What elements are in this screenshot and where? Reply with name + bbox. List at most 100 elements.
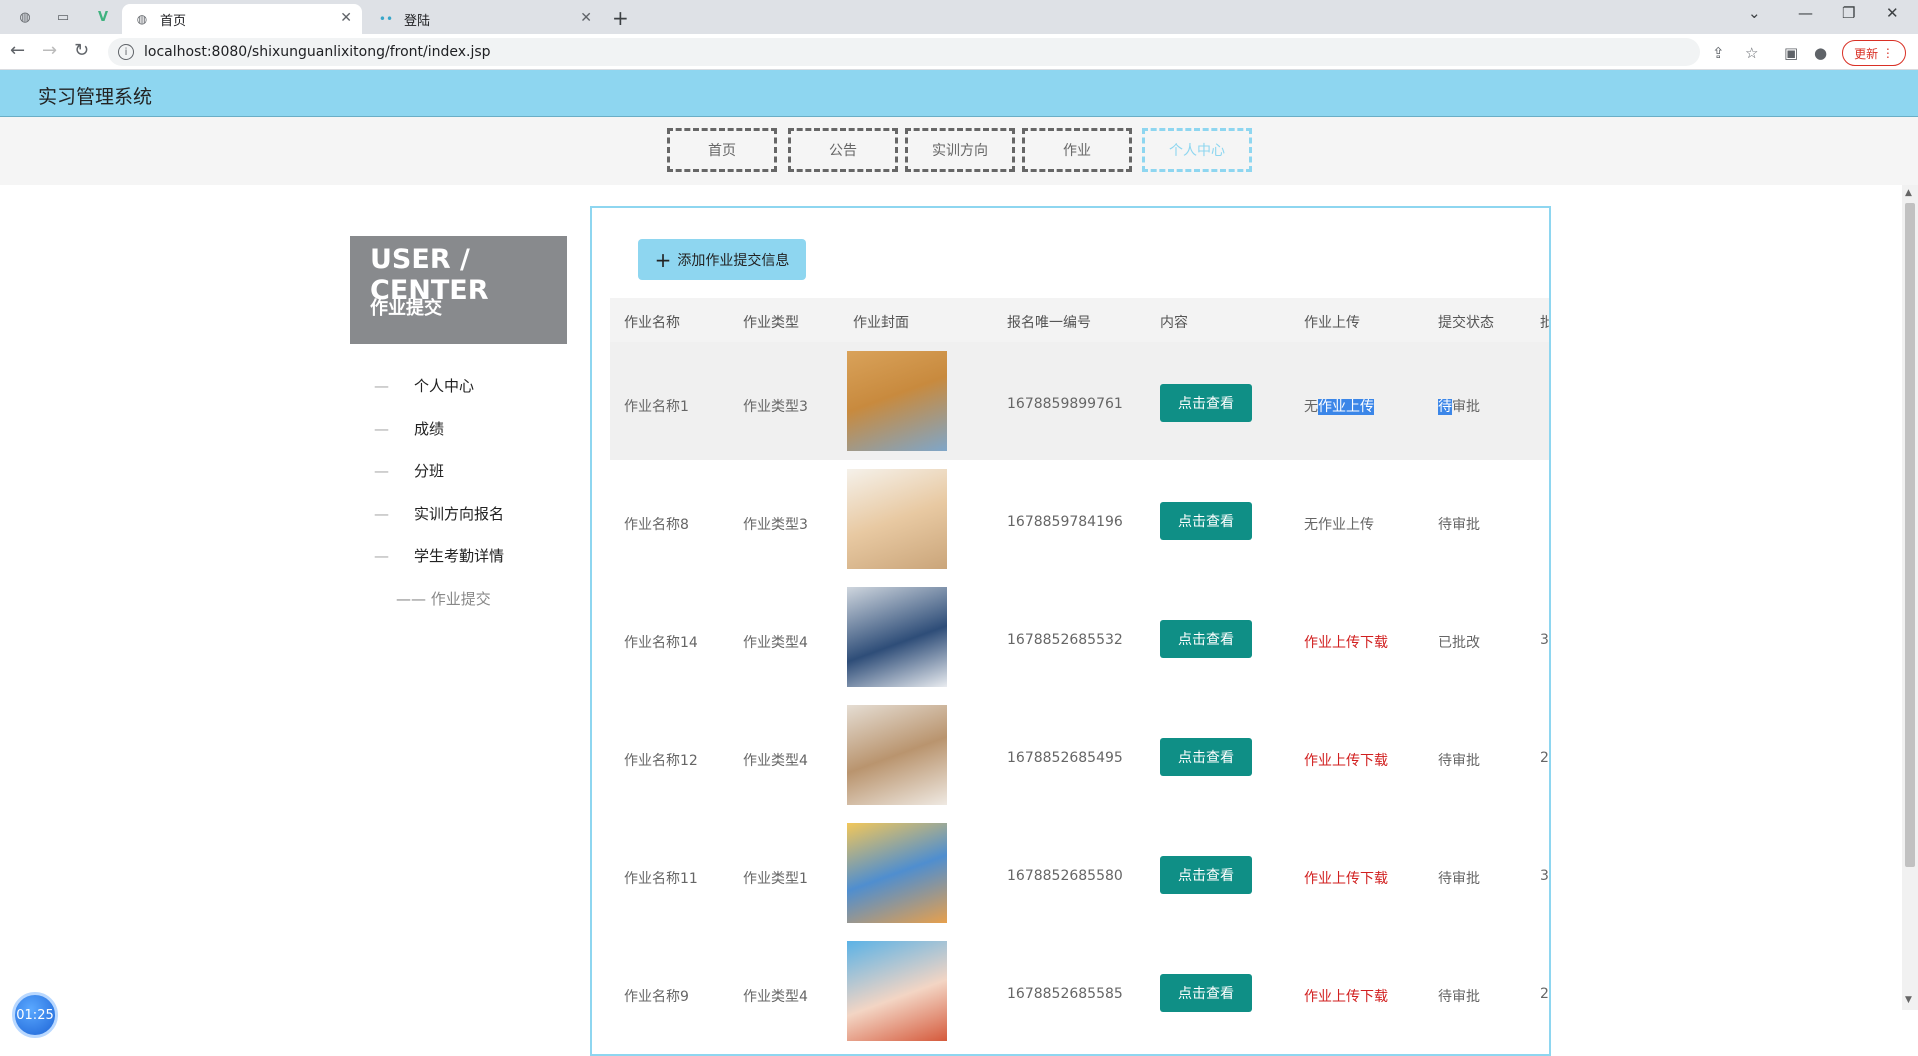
- add-button-label: 添加作业提交信息: [677, 252, 790, 269]
- new-tab-icon[interactable]: +: [612, 6, 629, 30]
- upload-prefix: 无: [1304, 399, 1318, 415]
- sidebar-item-label: 分班: [414, 462, 445, 480]
- browser-toolbar: ← → ↻ i localhost:8080/shixunguanlixiton…: [0, 34, 1918, 70]
- chevron-down-icon[interactable]: ⌄: [1748, 4, 1761, 22]
- homework-name: 作业名称9: [624, 989, 689, 1005]
- tab-home[interactable]: ◍ 首页 ✕: [122, 4, 362, 34]
- column-header: 报名唯一编号: [1007, 315, 1091, 331]
- sidepanel-icon[interactable]: ▣: [1784, 44, 1798, 62]
- dash-icon: —: [374, 546, 389, 565]
- minimize-icon[interactable]: —: [1798, 4, 1813, 22]
- signup-id: 1678852685495: [1007, 750, 1123, 766]
- tab-title: 登陆: [404, 13, 431, 29]
- homework-type: 作业类型4: [743, 989, 808, 1005]
- dash-icon: —: [374, 419, 389, 438]
- grade-cell: 3: [1540, 868, 1549, 884]
- sidebar-item-direction-signup[interactable]: — 实训方向报名: [374, 503, 504, 524]
- view-content-button[interactable]: 点击查看: [1160, 384, 1252, 422]
- homework-upload[interactable]: 作业上传下载: [1304, 986, 1388, 1006]
- profile-icon[interactable]: ●: [1814, 44, 1827, 62]
- nav-training-direction[interactable]: 实训方向: [905, 128, 1015, 172]
- grade-cell: 2: [1540, 750, 1549, 766]
- dash-icon: —: [374, 376, 389, 395]
- address-bar[interactable]: i localhost:8080/shixunguanlixitong/fron…: [108, 38, 1700, 66]
- vue-logo-icon[interactable]: V: [90, 6, 116, 28]
- main-nav: 首页 公告 实训方向 作业 个人中心: [0, 117, 1918, 185]
- signup-id: 1678852685532: [1007, 632, 1123, 648]
- plus-icon: +: [654, 247, 672, 272]
- browser-tab-strip: ◍ ▭ V ◍ 首页 ✕ •• 登陆 ✕ + ⌄ — ❐ ✕: [0, 0, 1918, 34]
- sidebar-item-label: 个人中心: [414, 377, 475, 395]
- homework-upload: 无作业上传: [1304, 396, 1374, 416]
- sidebar-item-label: 成绩: [414, 420, 445, 438]
- submit-status: 待审批: [1438, 868, 1480, 888]
- homework-cover-image: [847, 587, 947, 687]
- url-text[interactable]: localhost:8080/shixunguanlixitong/front/…: [144, 44, 491, 60]
- column-header: 批: [1540, 312, 1549, 332]
- view-content-button[interactable]: 点击查看: [1160, 974, 1252, 1012]
- tab-title: 首页: [160, 13, 187, 29]
- homework-upload[interactable]: 作业上传下载: [1304, 750, 1388, 770]
- grade-cell: 2: [1540, 986, 1549, 1002]
- homework-cover-image: [847, 469, 947, 569]
- view-content-button[interactable]: 点击查看: [1160, 502, 1252, 540]
- restore-icon[interactable]: ❐: [1842, 4, 1855, 22]
- homework-type: 作业类型3: [743, 399, 808, 415]
- nav-personal-center[interactable]: 个人中心: [1142, 128, 1252, 172]
- table-row: 作业名称9 作业类型4 1678852685585 点击查看 作业上传下载 待审…: [610, 932, 1549, 1050]
- column-header: 内容: [1160, 315, 1188, 331]
- back-icon[interactable]: ←: [10, 40, 25, 61]
- site-title: 实习管理系统: [38, 86, 153, 108]
- homework-name: 作业名称12: [624, 753, 698, 769]
- homework-upload[interactable]: 作业上传下载: [1304, 868, 1388, 888]
- homework-upload[interactable]: 作业上传下载: [1304, 632, 1388, 652]
- homework-cover-image: [847, 351, 947, 451]
- view-content-button[interactable]: 点击查看: [1160, 620, 1252, 658]
- status-text: 待审批: [1438, 989, 1480, 1005]
- globe-icon: ◍: [136, 12, 148, 26]
- view-content-button[interactable]: 点击查看: [1160, 856, 1252, 894]
- sidebar-item-attendance[interactable]: — 学生考勤详情: [374, 545, 504, 566]
- homework-type: 作业类型4: [743, 753, 808, 769]
- scrollbar-thumb[interactable]: [1905, 203, 1915, 867]
- view-content-button[interactable]: 点击查看: [1160, 738, 1252, 776]
- sidebar-subitem-homework-submit[interactable]: —— 作业提交: [396, 588, 491, 609]
- add-homework-button[interactable]: + 添加作业提交信息: [638, 239, 806, 280]
- signup-id: 1678852685585: [1007, 986, 1123, 1002]
- close-icon[interactable]: ✕: [340, 10, 352, 26]
- dash-icon: —: [374, 461, 389, 480]
- homework-cover-image: [847, 705, 947, 805]
- forward-icon[interactable]: →: [42, 40, 57, 61]
- blank-page-icon[interactable]: ▭: [50, 6, 76, 28]
- scroll-down-icon[interactable]: ▼: [1905, 995, 1912, 1005]
- nav-home[interactable]: 首页: [667, 128, 777, 172]
- sidebar-item-class-division[interactable]: — 分班: [374, 460, 444, 481]
- homework-upload: 无作业上传: [1304, 514, 1374, 534]
- nav-homework[interactable]: 作业: [1022, 128, 1132, 172]
- homework-type: 作业类型1: [743, 871, 808, 887]
- sidebar-item-personal-center[interactable]: — 个人中心: [374, 375, 474, 396]
- scroll-up-icon[interactable]: ▲: [1905, 188, 1912, 198]
- status-text: 审批: [1452, 399, 1480, 415]
- sidebar-item-grades[interactable]: — 成绩: [374, 418, 444, 439]
- column-header: 作业封面: [853, 315, 909, 331]
- globe-icon[interactable]: ◍: [12, 6, 38, 28]
- close-window-icon[interactable]: ✕: [1886, 4, 1899, 22]
- upload-text: 作业上传: [1318, 399, 1374, 415]
- main-panel: + 添加作业提交信息 作业名称 作业类型 作业封面 报名唯一编号 内容 作业上传…: [590, 206, 1551, 1056]
- table-row: 作业名称11 作业类型1 1678852685580 点击查看 作业上传下载 待…: [610, 814, 1549, 932]
- star-icon[interactable]: ☆: [1745, 44, 1758, 62]
- status-text: 待审批: [1438, 871, 1480, 887]
- homework-name: 作业名称8: [624, 517, 689, 533]
- tab-login[interactable]: •• 登陆 ✕: [366, 4, 602, 34]
- info-icon[interactable]: i: [118, 44, 134, 60]
- timer-badge: 01:25: [12, 992, 58, 1038]
- nav-notice[interactable]: 公告: [788, 128, 898, 172]
- update-button[interactable]: 更新 ⋮: [1842, 40, 1906, 66]
- status-text: 待审批: [1438, 753, 1480, 769]
- close-icon[interactable]: ✕: [580, 10, 592, 26]
- reload-icon[interactable]: ↻: [74, 40, 89, 61]
- share-icon[interactable]: ⇪: [1712, 44, 1725, 62]
- submit-status: 待审批: [1438, 986, 1480, 1006]
- homework-name: 作业名称1: [624, 399, 689, 415]
